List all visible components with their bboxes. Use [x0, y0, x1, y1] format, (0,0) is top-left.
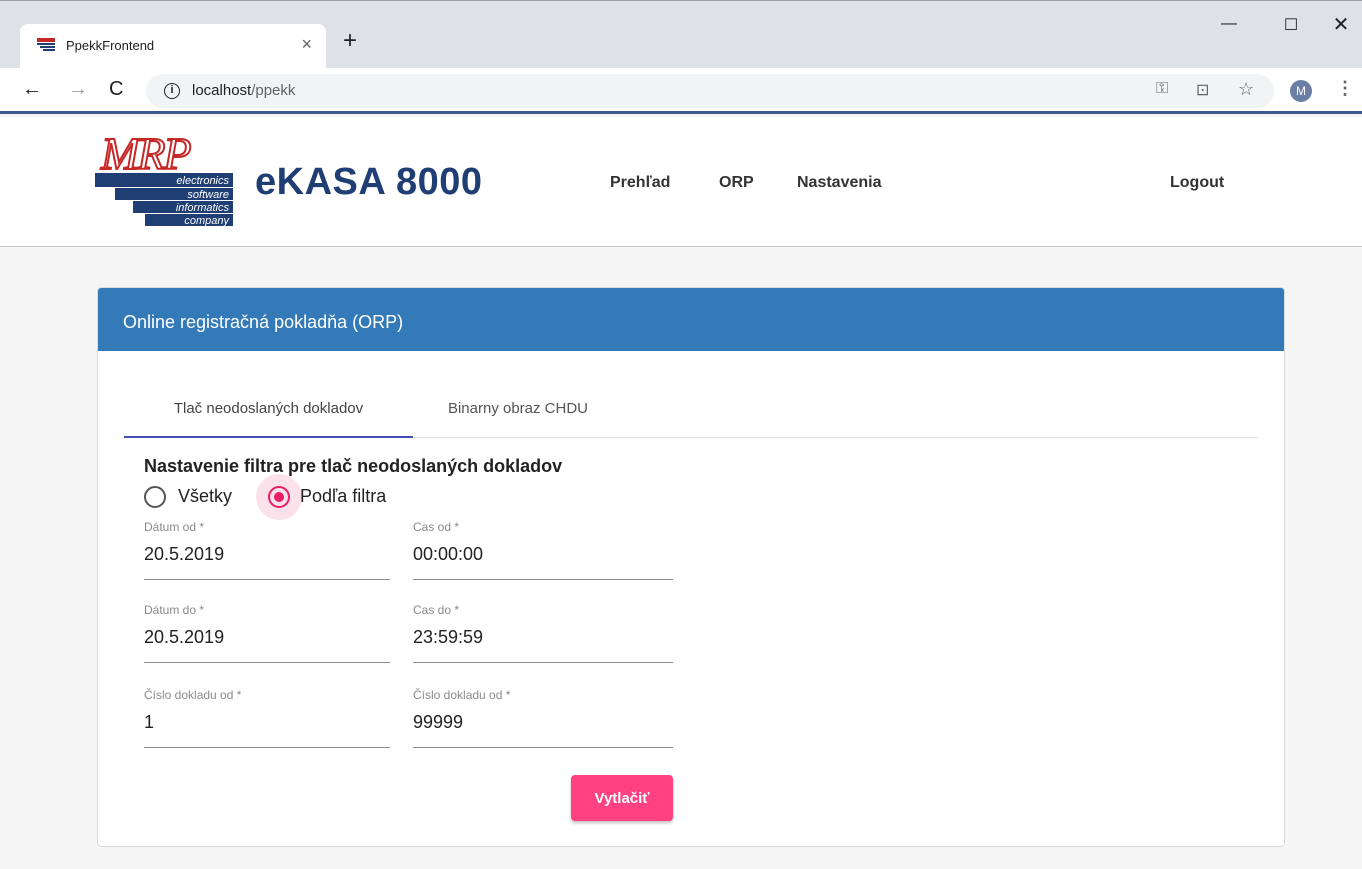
app-header: MRP electronics software informatics com…: [0, 117, 1362, 247]
cas-do-value[interactable]: 23:59:59: [413, 627, 483, 648]
logo-line-3: informatics: [176, 202, 230, 214]
key-icon[interactable]: ⚿: [1156, 80, 1168, 98]
app-brand-title: eKASA 8000: [255, 161, 483, 203]
url-path: /ppekk: [251, 82, 296, 99]
cislo-dokladu-od-field[interactable]: Číslo dokladu od * 1: [144, 688, 390, 748]
cas-do-field[interactable]: Cas do * 23:59:59: [413, 603, 673, 663]
radio-all[interactable]: [144, 486, 168, 510]
datum-od-value[interactable]: 20.5.2019: [144, 544, 224, 565]
radio-unchecked-icon: [144, 486, 166, 508]
tab-title: PpekkFrontend: [66, 38, 155, 53]
datum-od-label: Dátum od *: [144, 520, 205, 534]
url-text[interactable]: localhost/ppekk: [192, 82, 295, 99]
browser-tab[interactable]: PpekkFrontend ×: [20, 24, 326, 69]
site-favicon-icon: [37, 38, 55, 51]
logout-link[interactable]: Logout: [1170, 174, 1224, 192]
window-maximize-icon[interactable]: ☐: [1268, 15, 1314, 35]
card-tabs: Tlač neodoslaných dokladov Binarny obraz…: [124, 376, 1258, 438]
site-info-icon[interactable]: i: [164, 83, 180, 99]
browser-toolbar: ← → C i localhost/ppekk ⚿ ⊡ ☆ M ⋮: [0, 68, 1362, 114]
forward-arrow-icon[interactable]: →: [68, 78, 88, 100]
profile-avatar[interactable]: M: [1290, 80, 1312, 102]
radio-filter[interactable]: [256, 474, 302, 520]
logo-wordmark: MRP: [100, 129, 190, 179]
cas-do-label: Cas do *: [413, 603, 460, 617]
mrp-logo: MRP electronics software informatics com…: [95, 129, 233, 227]
tab-close-icon[interactable]: ×: [301, 34, 312, 54]
logo-line-1: electronics: [176, 175, 229, 187]
radio-filter-label[interactable]: Podľa filtra: [300, 486, 386, 507]
datum-od-field[interactable]: Dátum od * 20.5.2019: [144, 520, 390, 580]
datum-do-label: Dátum do *: [144, 603, 205, 617]
nav-nastavenia[interactable]: Nastavenia: [797, 174, 882, 192]
browser-tabstrip: PpekkFrontend × + — ☐ ✕: [0, 0, 1362, 69]
cislo-dokladu-od-value[interactable]: 1: [144, 712, 154, 733]
print-button[interactable]: Vytlačiť: [571, 775, 673, 821]
back-arrow-icon[interactable]: ←: [22, 78, 42, 100]
cislo-dokladu-do-field[interactable]: Číslo dokladu od * 99999: [413, 688, 673, 748]
orp-card: Online registračná pokladňa (ORP) Tlač n…: [97, 287, 1285, 847]
radio-all-label[interactable]: Všetky: [178, 486, 232, 507]
tab-binarny-obraz[interactable]: Binarny obraz CHDU: [413, 376, 623, 438]
address-bar[interactable]: i localhost/ppekk ⚿ ⊡ ☆: [146, 74, 1274, 108]
logo-line-4: company: [184, 215, 230, 227]
logo-line-2: software: [187, 189, 229, 201]
radio-dot: [274, 492, 284, 502]
tab-tlac-neodoslanych[interactable]: Tlač neodoslaných dokladov: [124, 376, 413, 438]
card-title: Online registračná pokladňa (ORP): [98, 288, 1284, 351]
datum-do-value[interactable]: 20.5.2019: [144, 627, 224, 648]
cas-od-value[interactable]: 00:00:00: [413, 544, 483, 565]
url-host: localhost: [192, 82, 252, 99]
translate-icon[interactable]: ⊡: [1196, 80, 1209, 100]
cislo-dokladu-do-label: Číslo dokladu od *: [413, 688, 511, 702]
window-minimize-icon[interactable]: —: [1206, 15, 1252, 33]
browser-menu-icon[interactable]: ⋮: [1336, 78, 1354, 99]
bookmark-star-icon[interactable]: ☆: [1238, 79, 1254, 100]
reload-icon[interactable]: C: [109, 78, 123, 100]
new-tab-icon[interactable]: +: [343, 28, 357, 54]
window-close-icon[interactable]: ✕: [1318, 12, 1362, 37]
cislo-dokladu-od-label: Číslo dokladu od *: [144, 688, 242, 702]
cas-od-label: Cas od *: [413, 520, 460, 534]
cislo-dokladu-do-value[interactable]: 99999: [413, 712, 463, 733]
nav-orp[interactable]: ORP: [719, 174, 754, 192]
nav-prehlad[interactable]: Prehľad: [610, 174, 670, 192]
cas-od-field[interactable]: Cas od * 00:00:00: [413, 520, 673, 580]
filter-title: Nastavenie filtra pre tlač neodoslaných …: [144, 456, 563, 476]
datum-do-field[interactable]: Dátum do * 20.5.2019: [144, 603, 390, 663]
